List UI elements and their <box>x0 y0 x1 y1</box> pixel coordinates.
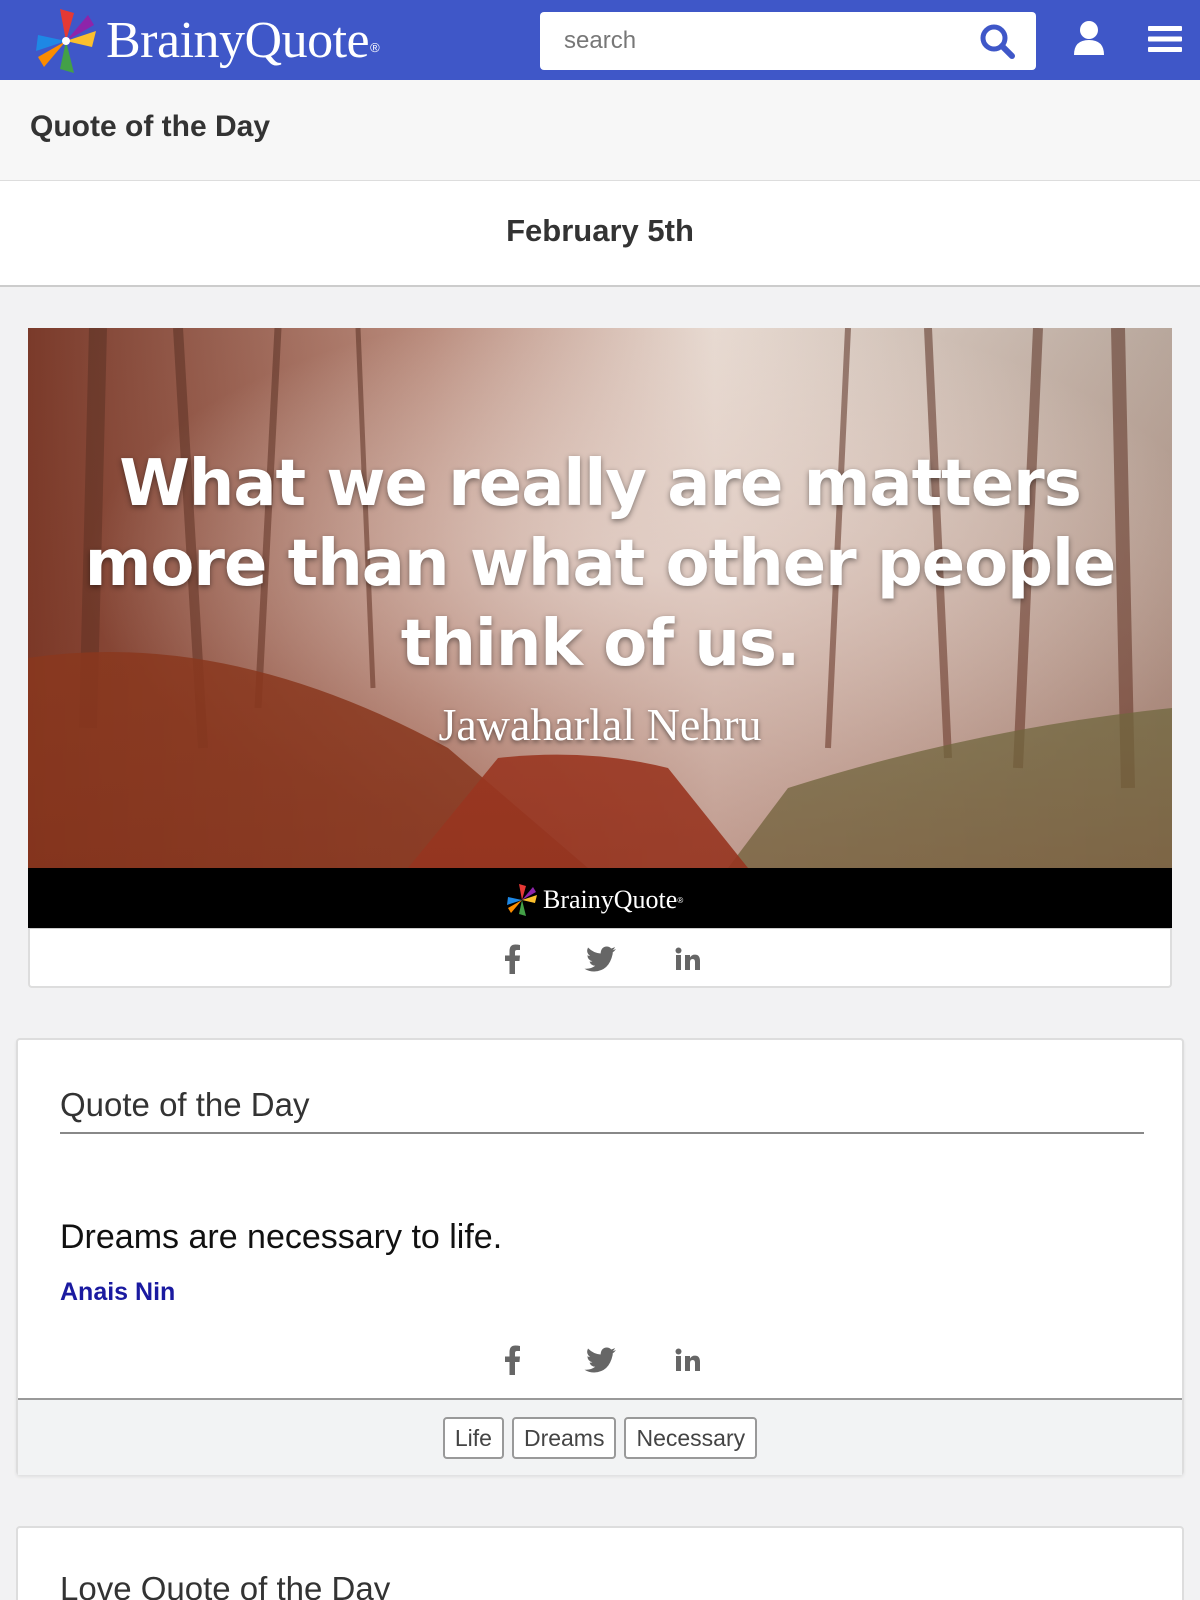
twitter-icon[interactable] <box>584 1344 616 1376</box>
section-header: Quote of the Day <box>0 80 1200 181</box>
featured-share-bar <box>28 928 1172 988</box>
page-title: Quote of the Day <box>30 110 271 143</box>
topic-tags: Life Dreams Necessary <box>18 1398 1182 1475</box>
card-title: Quote of the Day <box>60 1086 1144 1134</box>
love-quote-card: Love Quote of the Day <box>16 1526 1184 1600</box>
quote-date: February 5th <box>506 213 694 248</box>
registered-mark: ® <box>370 39 380 55</box>
search-input[interactable] <box>564 12 964 70</box>
top-navbar: BrainyQuote ® <box>0 0 1200 80</box>
twitter-icon[interactable] <box>584 943 616 975</box>
image-quote-text: What we really are matters more than wha… <box>84 447 1117 681</box>
card-share-bar <box>18 1344 1182 1376</box>
brainyquote-logo[interactable]: BrainyQuote ® <box>30 6 380 76</box>
user-icon[interactable] <box>1073 20 1105 56</box>
strip-logo: BrainyQuote ® <box>504 882 683 918</box>
featured-quote-image[interactable]: What we really are matters more than wha… <box>28 328 1172 928</box>
tag-life[interactable]: Life <box>442 1416 504 1459</box>
search-icon[interactable] <box>978 22 1016 60</box>
search-box <box>540 12 1036 70</box>
tag-dreams[interactable]: Dreams <box>511 1416 617 1459</box>
linkedin-icon[interactable] <box>672 943 704 975</box>
card-title: Love Quote of the Day <box>60 1570 391 1600</box>
linkedin-icon[interactable] <box>672 1344 704 1376</box>
menu-icon[interactable] <box>1148 24 1182 54</box>
tag-necessary[interactable]: Necessary <box>624 1416 758 1459</box>
strip-logo-text: BrainyQuote <box>543 885 678 914</box>
facebook-icon[interactable] <box>496 943 528 975</box>
quote-of-the-day-card: Quote of the Day Dreams are necessary to… <box>16 1038 1184 1475</box>
logo-pinwheel-icon <box>507 884 537 916</box>
logo-text: BrainyQuote <box>106 12 370 69</box>
quote-author-link[interactable]: Anais Nin <box>60 1278 175 1307</box>
facebook-icon[interactable] <box>496 1344 528 1376</box>
quote-text-link[interactable]: Dreams are necessary to life. <box>60 1218 502 1257</box>
date-bar: February 5th <box>0 181 1200 287</box>
image-brand-strip: BrainyQuote ® <box>28 868 1172 928</box>
logo-pinwheel-icon <box>36 9 96 73</box>
image-quote-author: Jawaharlal Nehru <box>438 699 762 750</box>
strip-registered-mark: ® <box>677 895 684 905</box>
